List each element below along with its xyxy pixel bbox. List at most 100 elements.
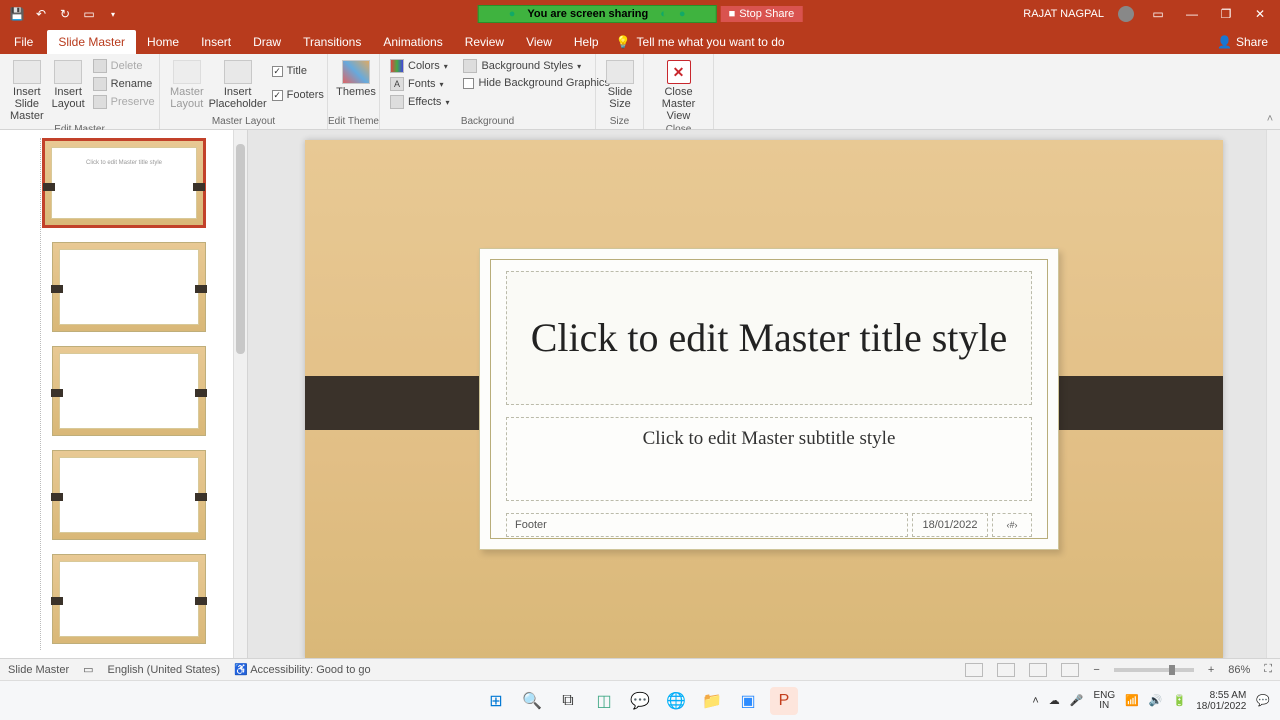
insert-placeholder-button[interactable]: Insert Placeholder bbox=[208, 58, 268, 112]
task-view-icon[interactable]: ⧉ bbox=[554, 687, 582, 715]
sharing-text: You are screen sharing bbox=[527, 8, 648, 20]
slideshow-view-button[interactable] bbox=[1061, 663, 1079, 677]
undo-icon[interactable]: ↶ bbox=[34, 7, 48, 21]
maximize-button[interactable]: ❐ bbox=[1216, 7, 1236, 21]
thumbnail-scrollbar[interactable] bbox=[233, 130, 247, 658]
themes-icon bbox=[342, 60, 370, 84]
slide-size-icon bbox=[606, 60, 634, 84]
slide-number-placeholder[interactable]: ‹#› bbox=[992, 513, 1032, 537]
minimize-button[interactable]: — bbox=[1182, 7, 1202, 21]
battery-icon[interactable]: 🔋 bbox=[1173, 694, 1187, 707]
subtitle-placeholder[interactable]: Click to edit Master subtitle style bbox=[506, 417, 1032, 501]
date-placeholder[interactable]: 18/01/2022 bbox=[912, 513, 988, 537]
fonts-button[interactable]: AFonts▾ bbox=[386, 76, 453, 92]
onedrive-icon[interactable]: ☁ bbox=[1049, 694, 1060, 707]
tab-home[interactable]: Home bbox=[136, 30, 190, 54]
explorer-icon[interactable]: 📁 bbox=[698, 687, 726, 715]
zoom-app-icon[interactable]: ▣ bbox=[734, 687, 762, 715]
wifi-icon[interactable]: 📶 bbox=[1125, 694, 1139, 707]
master-thumbnail[interactable]: Click to edit Master title style bbox=[42, 138, 206, 228]
collapse-ribbon-icon[interactable]: ˄ bbox=[1260, 54, 1280, 129]
zoom-in-button[interactable]: + bbox=[1208, 664, 1214, 676]
group-edit-theme: Themes Edit Theme bbox=[328, 54, 380, 129]
tab-draw[interactable]: Draw bbox=[242, 30, 292, 54]
status-lang-icon[interactable]: ▭ bbox=[83, 663, 93, 676]
chrome-icon[interactable]: 🌐 bbox=[662, 687, 690, 715]
status-language[interactable]: English (United States) bbox=[108, 664, 221, 676]
canvas-scrollbar[interactable] bbox=[1266, 130, 1280, 658]
language-indicator[interactable]: ENG IN bbox=[1093, 691, 1115, 711]
title-checkbox[interactable]: ✓Title bbox=[268, 64, 328, 78]
status-accessibility[interactable]: ♿ Accessibility: Good to go bbox=[234, 663, 371, 676]
decor-bar-right bbox=[1033, 376, 1223, 430]
ribbon-display-icon[interactable]: ▭ bbox=[1148, 7, 1168, 21]
start-button[interactable]: ⊞ bbox=[482, 687, 510, 715]
effects-button[interactable]: Effects▾ bbox=[386, 94, 453, 110]
footer-placeholder[interactable]: Footer bbox=[506, 513, 908, 537]
layout-thumbnail[interactable] bbox=[52, 554, 206, 644]
tab-slide-master[interactable]: Slide Master bbox=[47, 30, 136, 54]
tab-insert[interactable]: Insert bbox=[190, 30, 242, 54]
insert-slide-master-button[interactable]: Insert Slide Master bbox=[6, 58, 48, 124]
colors-button[interactable]: Colors▾ bbox=[386, 58, 453, 74]
slide-sorter-view-button[interactable] bbox=[997, 663, 1015, 677]
checkbox-icon: ✓ bbox=[272, 66, 283, 77]
search-icon[interactable]: 🔍 bbox=[518, 687, 546, 715]
tray-chevron-icon[interactable]: ˄ bbox=[1032, 695, 1038, 707]
scrollbar-handle[interactable] bbox=[236, 144, 245, 354]
mic-icon: ● bbox=[509, 8, 516, 20]
bg-styles-button[interactable]: Background Styles▾ bbox=[459, 58, 613, 74]
layout-thumbnail[interactable] bbox=[52, 242, 206, 332]
tab-view[interactable]: View bbox=[515, 30, 563, 54]
master-layout-icon bbox=[173, 60, 201, 84]
close-master-view-button[interactable]: ✕ Close Master View bbox=[650, 58, 707, 124]
group-label: Size bbox=[596, 116, 643, 129]
tab-transitions[interactable]: Transitions bbox=[292, 30, 372, 54]
normal-view-button[interactable] bbox=[965, 663, 983, 677]
title-placeholder[interactable]: Click to edit Master title style bbox=[506, 271, 1032, 405]
tab-help[interactable]: Help bbox=[563, 30, 610, 54]
clock[interactable]: 8:55 AM 18/01/2022 bbox=[1196, 690, 1246, 712]
powerpoint-icon[interactable]: P bbox=[770, 687, 798, 715]
rename-button[interactable]: Rename bbox=[89, 76, 159, 92]
fonts-icon: A bbox=[390, 77, 404, 91]
chat-icon[interactable]: 💬 bbox=[626, 687, 654, 715]
save-icon[interactable]: 💾 bbox=[10, 7, 24, 21]
widgets-icon[interactable]: ◫ bbox=[590, 687, 618, 715]
slide-master-canvas[interactable]: Click to edit Master title style Click t… bbox=[305, 140, 1223, 658]
close-button[interactable]: ✕ bbox=[1250, 7, 1270, 21]
insert-layout-button[interactable]: Insert Layout bbox=[48, 58, 89, 112]
qat-dropdown-icon[interactable]: ▾ bbox=[106, 7, 120, 21]
zoom-percent[interactable]: 86% bbox=[1228, 664, 1250, 676]
status-mode[interactable]: Slide Master bbox=[8, 664, 69, 676]
zoom-slider[interactable] bbox=[1114, 668, 1194, 672]
pause-icon[interactable]: ◐ bbox=[660, 8, 667, 20]
user-name[interactable]: RAJAT NAGPAL bbox=[1023, 8, 1104, 20]
slide-size-button[interactable]: Slide Size bbox=[602, 58, 638, 112]
layout-thumbnail[interactable] bbox=[52, 346, 206, 436]
small-stop-icon[interactable]: ● bbox=[679, 8, 686, 20]
avatar[interactable] bbox=[1118, 6, 1134, 22]
redo-icon[interactable]: ↻ bbox=[58, 7, 72, 21]
quick-access-toolbar: 💾 ↶ ↻ ▭ ▾ bbox=[0, 7, 120, 21]
share-button[interactable]: 👤 Share bbox=[1217, 35, 1268, 54]
start-from-beginning-icon[interactable]: ▭ bbox=[82, 7, 96, 21]
footers-checkbox[interactable]: ✓Footers bbox=[268, 88, 328, 102]
zoom-out-button[interactable]: − bbox=[1093, 664, 1099, 676]
tab-file[interactable]: File bbox=[0, 30, 47, 54]
tab-review[interactable]: Review bbox=[454, 30, 515, 54]
hide-bg-checkbox[interactable]: Hide Background Graphics bbox=[459, 76, 613, 90]
layout-thumbnail[interactable] bbox=[52, 450, 206, 540]
mic-tray-icon[interactable]: 🎤 bbox=[1070, 694, 1084, 707]
themes-button[interactable]: Themes bbox=[334, 58, 378, 100]
layout-icon bbox=[54, 60, 82, 84]
stop-share-button[interactable]: ■ Stop Share bbox=[721, 6, 803, 22]
tab-animations[interactable]: Animations bbox=[372, 30, 453, 54]
bg-styles-icon bbox=[463, 59, 477, 73]
notifications-icon[interactable]: 💬 bbox=[1256, 694, 1270, 707]
fit-to-window-button[interactable]: ⛶ bbox=[1264, 663, 1272, 676]
sharing-indicator[interactable]: ● You are screen sharing ◐ ● bbox=[478, 5, 717, 23]
tell-me-search[interactable]: 💡 Tell me what you want to do bbox=[616, 35, 785, 54]
volume-icon[interactable]: 🔊 bbox=[1149, 694, 1163, 707]
reading-view-button[interactable] bbox=[1029, 663, 1047, 677]
